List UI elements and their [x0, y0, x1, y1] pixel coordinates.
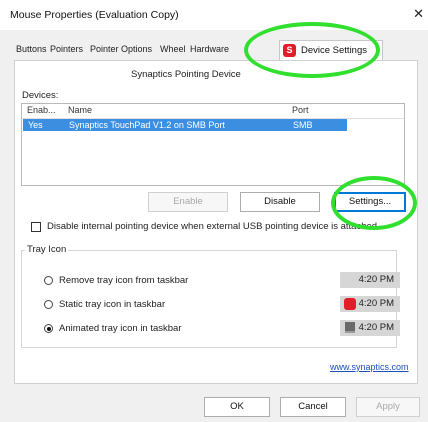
- tray-preview-animated: 4:20 PM: [340, 320, 400, 336]
- tab-device-settings[interactable]: S Device Settings: [279, 40, 383, 60]
- disable-button[interactable]: Disable: [240, 192, 320, 212]
- disable-internal-checkbox[interactable]: [31, 222, 41, 232]
- tray-icon-title: Tray Icon: [25, 244, 69, 255]
- devices-list[interactable]: Enab... Name Port Yes Synaptics TouchPad…: [21, 103, 405, 186]
- apply-button[interactable]: Apply: [356, 397, 420, 417]
- devices-label: Devices:: [22, 90, 59, 101]
- tab-hardware[interactable]: Hardware: [190, 44, 246, 54]
- tray-time: 4:20 PM: [358, 322, 394, 333]
- radio-button-checked[interactable]: [44, 324, 53, 333]
- radio-label: Static tray icon in taskbar: [59, 299, 166, 310]
- enable-button[interactable]: Enable: [148, 192, 228, 212]
- radio-label: Remove tray icon from taskbar: [59, 275, 189, 286]
- tray-preview-static: 4:20 PM: [340, 296, 400, 312]
- column-enabled[interactable]: Enab...: [27, 105, 56, 115]
- disable-internal-label: Disable internal pointing device when ex…: [47, 221, 378, 232]
- device-port: SMB: [293, 120, 313, 130]
- tray-preview-remove: 4:20 PM: [340, 272, 400, 288]
- radio-button[interactable]: [44, 300, 53, 309]
- tray-time: 4:20 PM: [358, 298, 394, 309]
- device-name: Synaptics TouchPad V1.2 on SMB Port: [69, 120, 225, 130]
- synaptics-link[interactable]: www.synaptics.com: [330, 362, 409, 372]
- synaptics-icon: S: [283, 44, 296, 57]
- column-name[interactable]: Name: [68, 105, 92, 115]
- tab-wheel[interactable]: Wheel: [160, 44, 186, 54]
- tab-pointer-options[interactable]: Pointer Options: [90, 44, 152, 54]
- window-title: Mouse Properties (Evaluation Copy): [10, 9, 179, 21]
- radio-label: Animated tray icon in taskbar: [59, 323, 182, 334]
- radio-button[interactable]: [44, 276, 53, 285]
- tab-device-settings-label: Device Settings: [301, 45, 368, 56]
- panel-heading: Synaptics Pointing Device: [131, 69, 241, 80]
- touchpad-gray-icon: [345, 322, 355, 333]
- settings-button[interactable]: Settings...: [334, 192, 406, 212]
- ok-button[interactable]: OK: [204, 397, 270, 417]
- list-header: Enab... Name Port: [22, 104, 404, 119]
- close-icon[interactable]: ✕: [413, 6, 424, 22]
- device-row[interactable]: Yes Synaptics TouchPad V1.2 on SMB Port …: [23, 119, 347, 131]
- device-enabled: Yes: [28, 120, 43, 130]
- cancel-button[interactable]: Cancel: [280, 397, 346, 417]
- tray-time: 4:20 PM: [358, 274, 394, 285]
- title-bar: Mouse Properties (Evaluation Copy) ✕: [0, 0, 428, 30]
- tab-pointers[interactable]: Pointers: [50, 44, 83, 54]
- synaptics-red-icon: [344, 298, 356, 310]
- column-port[interactable]: Port: [292, 105, 309, 115]
- tab-buttons[interactable]: Buttons: [16, 44, 47, 54]
